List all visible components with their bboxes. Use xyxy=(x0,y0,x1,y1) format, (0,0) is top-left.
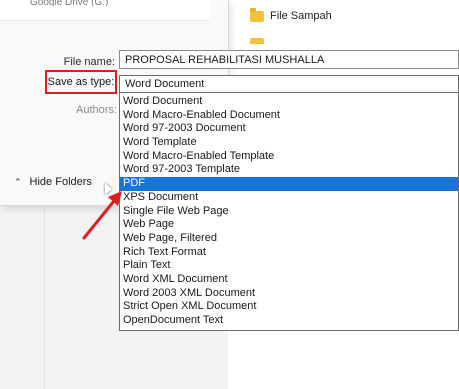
dropdown-option-pdf[interactable]: PDF xyxy=(120,177,458,191)
dropdown-option[interactable]: Word Macro-Enabled Template xyxy=(120,150,458,164)
dropdown-option[interactable]: Rich Text Format xyxy=(120,246,458,260)
dropdown-option[interactable]: Web Page xyxy=(120,218,458,232)
authors-label: Authors: xyxy=(76,104,117,116)
dropdown-option[interactable]: Word 2003 XML Document xyxy=(120,287,458,301)
save-as-type-select[interactable]: Word Document xyxy=(119,75,459,93)
dropdown-option[interactable]: Word Document xyxy=(120,95,458,109)
dropdown-option[interactable]: Word 97-2003 Template xyxy=(120,163,458,177)
folder-icon xyxy=(250,7,264,22)
partial-location-label: Google Drive (G:) xyxy=(30,0,109,6)
dialog-top-strip: Google Drive (G:) xyxy=(0,0,210,21)
save-as-type-label: Save as type: xyxy=(45,70,117,94)
dropdown-option[interactable]: Word XML Document xyxy=(120,273,458,287)
folder-list-item[interactable]: File Sampah xyxy=(250,7,332,22)
dropdown-option[interactable]: XPS Document xyxy=(120,191,458,205)
folder-item-label: File Sampah xyxy=(270,10,332,22)
dropdown-option[interactable]: Web Page, Filtered xyxy=(120,232,458,246)
file-name-label: File name: xyxy=(63,56,115,68)
dropdown-option[interactable]: Strict Open XML Document xyxy=(120,300,458,314)
chevron-up-icon: ⌃ xyxy=(14,176,22,187)
red-arrow-icon xyxy=(82,191,122,240)
dropdown-option[interactable]: Plain Text xyxy=(120,259,458,273)
dropdown-option[interactable]: Single File Web Page xyxy=(120,205,458,219)
dropdown-option[interactable]: OpenDocument Text xyxy=(120,314,458,328)
background-divider xyxy=(44,205,45,389)
dropdown-option[interactable]: Word Macro-Enabled Document xyxy=(120,109,458,123)
save-as-type-dropdown-list: Word Document Word Macro-Enabled Documen… xyxy=(119,93,459,331)
dropdown-option[interactable]: Word 97-2003 Document xyxy=(120,122,458,136)
file-name-input[interactable]: PROPOSAL REHABILITASI MUSHALLA xyxy=(119,50,459,69)
folder-icon xyxy=(250,38,264,44)
dropdown-option[interactable]: Word Template xyxy=(120,136,458,150)
